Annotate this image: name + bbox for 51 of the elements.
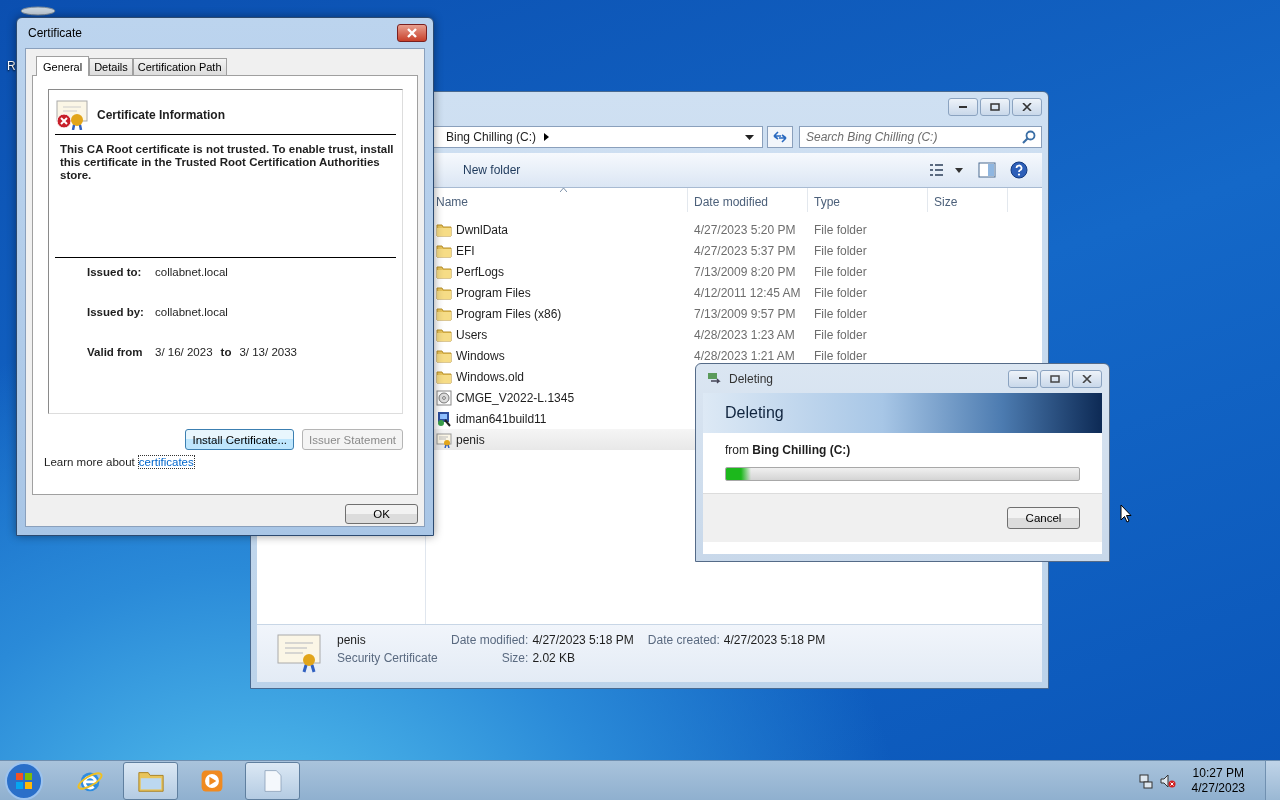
file-name: PerfLogs bbox=[456, 264, 506, 279]
field-label: Valid from bbox=[87, 346, 144, 358]
field-label: Issued to: bbox=[87, 266, 143, 278]
trust-message: This CA Root certificate is not trusted. To enable trust, install this certificate in the Trusted Root Certification Authorities store. bbox=[60, 143, 395, 183]
dialog-heading: Deleting bbox=[725, 404, 784, 422]
file-name: penis bbox=[337, 633, 367, 647]
file-type: File folder bbox=[813, 264, 868, 279]
file-name: idman641build11 bbox=[456, 411, 548, 426]
file-date: 4/12/2011 12:45 AM bbox=[693, 285, 802, 300]
field-label: to bbox=[220, 346, 232, 358]
field-label: Date created: bbox=[647, 633, 720, 647]
file-name: penis bbox=[456, 432, 486, 447]
clock-time: 10:27 PM bbox=[1192, 765, 1244, 781]
field-value: collabnet.local bbox=[155, 266, 228, 278]
file-date: 4/28/2023 1:23 AM bbox=[693, 327, 796, 342]
field-value: collabnet.local bbox=[155, 306, 228, 318]
file-date: 4/27/2023 5:37 PM bbox=[693, 243, 797, 258]
file-name: DwnlData bbox=[456, 222, 510, 237]
file-type: File folder bbox=[813, 222, 868, 237]
file-date: 4/28/2023 1:21 AM bbox=[693, 348, 796, 363]
file-date: 4/27/2023 5:20 PM bbox=[693, 222, 797, 237]
file-name: Windows bbox=[456, 348, 506, 363]
field-label: Size: bbox=[500, 651, 529, 665]
file-name: Windows.old bbox=[456, 369, 526, 384]
file-type: File folder bbox=[813, 306, 868, 321]
breadcrumb-item: Bing Chilling (C:) bbox=[446, 130, 537, 144]
file-name: Program Files (x86) bbox=[456, 306, 563, 321]
clock-date: 4/27/2023 bbox=[1191, 780, 1245, 796]
file-type: File folder bbox=[813, 285, 868, 300]
window-title: Deleting bbox=[729, 371, 774, 386]
file-type: File folder bbox=[813, 327, 868, 342]
file-date: 7/13/2009 9:57 PM bbox=[693, 306, 797, 321]
file-type: File folder bbox=[813, 243, 868, 258]
file-type: Security Certificate bbox=[337, 651, 437, 665]
file-name: Users bbox=[456, 327, 489, 342]
field-value: 4/27/2023 5:18 PM bbox=[532, 633, 634, 647]
field-label: Issued by: bbox=[87, 306, 145, 318]
field-value: 4/27/2023 5:18 PM bbox=[723, 633, 826, 647]
source-text: from Bing Chilling (C:) bbox=[725, 443, 852, 457]
file-date: 7/13/2009 8:20 PM bbox=[693, 264, 797, 279]
file-type: File folder bbox=[813, 348, 868, 363]
window-title: Certificate bbox=[28, 26, 83, 40]
file-name: EFI bbox=[456, 243, 476, 258]
field-value: 3/ 16/ 2023 bbox=[155, 346, 213, 358]
learn-more-text: Learn more about bbox=[44, 456, 135, 468]
file-name: CMGE_V2022-L.1345 bbox=[456, 390, 576, 405]
field-label: Date modified: bbox=[451, 633, 529, 647]
file-name: Program Files bbox=[456, 285, 532, 300]
field-value: 2.02 KB bbox=[532, 651, 577, 665]
field-value: 3/ 13/ 2033 bbox=[239, 346, 297, 358]
section-heading: Certificate Information bbox=[97, 108, 225, 122]
